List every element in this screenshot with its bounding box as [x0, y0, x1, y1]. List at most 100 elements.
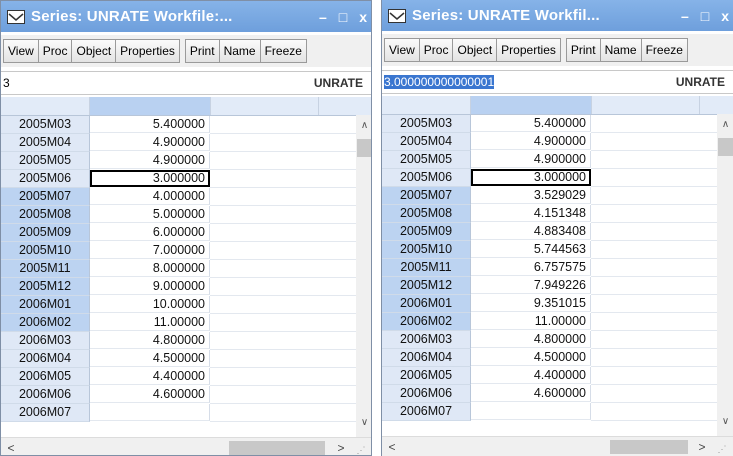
- empty-cell[interactable]: [591, 295, 700, 313]
- table-row[interactable]: 2006M04 4.500000: [382, 349, 733, 367]
- series-window-right[interactable]: Series: UNRATE Workfil... – □ x View Pro…: [381, 0, 733, 456]
- chevron-right-icon[interactable]: >: [694, 437, 710, 456]
- observation-label[interactable]: 2006M02: [382, 313, 471, 331]
- observation-label[interactable]: 2005M05: [1, 152, 90, 170]
- freeze-button[interactable]: Freeze: [259, 39, 307, 63]
- table-row[interactable]: 2005M12 9.000000: [1, 278, 371, 296]
- value-cell[interactable]: 4.800000: [471, 331, 591, 348]
- chevron-up-icon[interactable]: ∧: [717, 116, 733, 133]
- value-cell[interactable]: 9.000000: [90, 278, 210, 295]
- value-cell[interactable]: 4.000000: [90, 188, 210, 205]
- value-cell[interactable]: 4.900000: [471, 133, 591, 150]
- table-row[interactable]: 2005M05 4.900000: [382, 151, 733, 169]
- observation-label[interactable]: 2005M12: [1, 278, 90, 296]
- empty-cell[interactable]: [591, 223, 700, 241]
- observation-label[interactable]: 2005M10: [1, 242, 90, 260]
- value-cell[interactable]: 5.400000: [471, 115, 591, 132]
- chevron-down-icon[interactable]: ∨: [717, 413, 733, 430]
- chevron-left-icon[interactable]: <: [3, 438, 19, 455]
- empty-cell[interactable]: [210, 242, 319, 260]
- observation-label[interactable]: 2006M01: [382, 295, 471, 313]
- name-button[interactable]: Name: [218, 39, 261, 63]
- column-header[interactable]: [210, 97, 319, 115]
- value-cell[interactable]: 7.000000: [90, 242, 210, 259]
- restore-icon[interactable]: □: [701, 8, 709, 24]
- chevron-up-icon[interactable]: ∧: [356, 117, 371, 134]
- observation-label[interactable]: 2006M03: [382, 331, 471, 349]
- value-cell[interactable]: [90, 404, 210, 421]
- observation-label[interactable]: 2006M04: [382, 349, 471, 367]
- observation-label[interactable]: 2005M04: [382, 133, 471, 151]
- empty-cell[interactable]: [210, 170, 319, 188]
- empty-cell[interactable]: [591, 241, 700, 259]
- table-row[interactable]: 2005M12 7.949226: [382, 277, 733, 295]
- observation-label[interactable]: 2006M06: [1, 386, 90, 404]
- table-row[interactable]: 2005M08 5.000000: [1, 206, 371, 224]
- table-row[interactable]: 2005M07 4.000000: [1, 188, 371, 206]
- table-row[interactable]: 2005M09 4.883408: [382, 223, 733, 241]
- observation-label[interactable]: 2006M07: [382, 403, 471, 421]
- observation-label[interactable]: 2005M11: [1, 260, 90, 278]
- table-row[interactable]: 2005M06 3.000000: [382, 169, 733, 187]
- value-cell[interactable]: 4.900000: [471, 151, 591, 168]
- table-row[interactable]: 2005M04 4.900000: [1, 134, 371, 152]
- freeze-button[interactable]: Freeze: [640, 38, 688, 62]
- print-button[interactable]: Print: [565, 38, 601, 62]
- value-cell[interactable]: 6.000000: [90, 224, 210, 241]
- value-cell[interactable]: 4.500000: [90, 350, 210, 367]
- value-cell[interactable]: 11.00000: [90, 314, 210, 331]
- minimize-icon[interactable]: –: [681, 8, 689, 24]
- empty-cell[interactable]: [210, 188, 319, 206]
- empty-cell[interactable]: [210, 386, 319, 404]
- column-header[interactable]: [699, 96, 733, 114]
- table-row[interactable]: 2005M11 8.000000: [1, 260, 371, 278]
- empty-cell[interactable]: [591, 205, 700, 223]
- observation-label[interactable]: 2006M04: [1, 350, 90, 368]
- print-button[interactable]: Print: [184, 39, 220, 63]
- vertical-scrollbar[interactable]: ∧ ∨: [356, 115, 371, 437]
- active-value-cell[interactable]: 3.000000: [90, 170, 210, 187]
- empty-cell[interactable]: [210, 224, 319, 242]
- observation-label[interactable]: 2005M08: [1, 206, 90, 224]
- observation-label[interactable]: 2006M07: [1, 404, 90, 422]
- table-row[interactable]: 2005M03 5.400000: [1, 116, 371, 134]
- chevron-left-icon[interactable]: <: [384, 437, 400, 456]
- table-row[interactable]: 2005M03 5.400000: [382, 115, 733, 133]
- value-cell[interactable]: 4.400000: [471, 367, 591, 384]
- empty-cell[interactable]: [591, 187, 700, 205]
- properties-button[interactable]: Properties: [115, 39, 180, 63]
- table-row[interactable]: 2006M03 4.800000: [382, 331, 733, 349]
- table-row[interactable]: 2005M07 3.529029: [382, 187, 733, 205]
- vertical-scrollbar[interactable]: ∧ ∨: [717, 114, 733, 436]
- table-row[interactable]: 2005M09 6.000000: [1, 224, 371, 242]
- close-icon[interactable]: x: [721, 8, 729, 24]
- empty-cell[interactable]: [210, 368, 319, 386]
- observation-label[interactable]: 2006M02: [1, 314, 90, 332]
- proc-button[interactable]: Proc: [418, 38, 454, 62]
- observation-label[interactable]: 2005M07: [1, 188, 90, 206]
- scroll-thumb[interactable]: [610, 440, 688, 454]
- observation-label[interactable]: 2005M05: [382, 151, 471, 169]
- value-cell[interactable]: 8.000000: [90, 260, 210, 277]
- observation-label[interactable]: 2005M04: [1, 134, 90, 152]
- empty-cell[interactable]: [210, 296, 319, 314]
- horizontal-scrollbar[interactable]: < > ⋰: [382, 436, 733, 456]
- empty-cell[interactable]: [591, 367, 700, 385]
- name-button[interactable]: Name: [599, 38, 642, 62]
- table-row[interactable]: 2005M10 7.000000: [1, 242, 371, 260]
- observation-label[interactable]: 2006M05: [382, 367, 471, 385]
- table-row[interactable]: 2006M05 4.400000: [1, 368, 371, 386]
- value-cell[interactable]: 4.900000: [90, 134, 210, 151]
- properties-button[interactable]: Properties: [496, 38, 561, 62]
- table-row[interactable]: 2005M10 5.744563: [382, 241, 733, 259]
- scroll-thumb[interactable]: [229, 441, 325, 455]
- column-header[interactable]: [1, 97, 90, 115]
- chevron-right-icon[interactable]: >: [333, 438, 349, 455]
- value-cell[interactable]: 4.883408: [471, 223, 591, 240]
- observation-label[interactable]: 2005M03: [382, 115, 471, 133]
- title-bar[interactable]: Series: UNRATE Workfile:... – □ x: [1, 1, 371, 32]
- observation-label[interactable]: 2005M07: [382, 187, 471, 205]
- column-header[interactable]: [591, 96, 700, 114]
- empty-cell[interactable]: [591, 133, 700, 151]
- value-cell[interactable]: 4.151348: [471, 205, 591, 222]
